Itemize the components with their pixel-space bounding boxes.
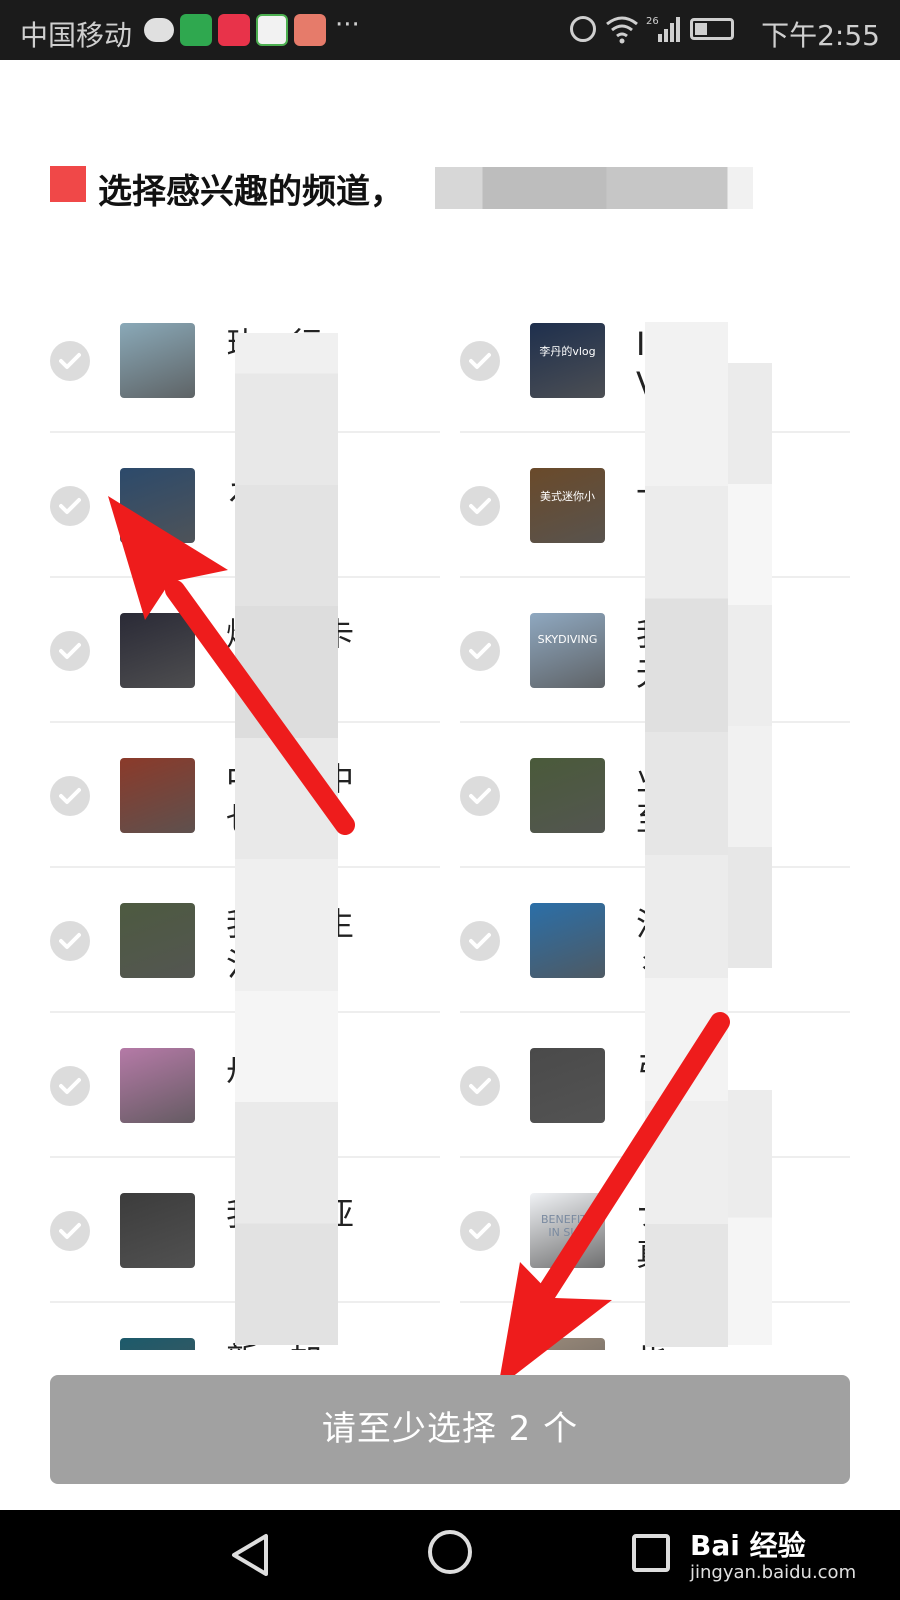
- channel-thumbnail: SKYDIVING: [530, 613, 605, 688]
- browser-app-icon: [256, 14, 288, 46]
- channel-thumbnail: BENEFITS IN SUN: [530, 1193, 605, 1268]
- wifi-icon: [606, 16, 638, 44]
- app-notification-icon: [180, 14, 212, 46]
- select-check-icon[interactable]: [50, 486, 90, 526]
- back-icon[interactable]: [230, 1532, 272, 1578]
- alarm-icon: [570, 16, 596, 42]
- channel-thumbnail: [120, 1048, 195, 1123]
- page-title: 选择感兴趣的频道，: [98, 172, 404, 212]
- select-check-icon[interactable]: [50, 1066, 90, 1106]
- select-check-icon[interactable]: [50, 631, 90, 671]
- channel-thumbnail: [530, 1338, 605, 1350]
- recent-apps-icon[interactable]: [632, 1534, 670, 1572]
- thumbnail-caption: 李丹的vlog: [539, 345, 596, 358]
- select-check-icon[interactable]: [50, 921, 90, 961]
- select-check-icon[interactable]: [460, 921, 500, 961]
- select-check-icon[interactable]: [460, 631, 500, 671]
- channel-thumbnail: [120, 1193, 195, 1268]
- channel-thumbnail: 李丹的vlog: [530, 323, 605, 398]
- channel-thumbnail: [530, 1048, 605, 1123]
- name-blur-right-edge-lower: [728, 1090, 772, 1345]
- accent-square: [50, 166, 86, 202]
- select-check-icon[interactable]: [460, 1066, 500, 1106]
- confirm-button[interactable]: 请至少选择 2 个: [50, 1375, 850, 1484]
- watermark-url: jingyan.baidu.com: [690, 1562, 857, 1583]
- channel-thumbnail: [120, 468, 195, 543]
- blurred-username: [435, 167, 753, 209]
- navigation-bar: Bai 经验 jingyan.baidu.com: [0, 1510, 900, 1600]
- clock: 下午2:55: [761, 19, 880, 52]
- channel-thumbnail: 美式迷你小: [530, 468, 605, 543]
- name-blur-right: [645, 322, 728, 1347]
- channel-thumbnail: [120, 903, 195, 978]
- select-check-icon[interactable]: [50, 341, 90, 381]
- more-notifications-icon: ···: [335, 10, 360, 40]
- select-check-icon[interactable]: [50, 1211, 90, 1251]
- select-check-icon[interactable]: [460, 486, 500, 526]
- name-blur-left: [235, 333, 338, 1345]
- carrier-label: 中国移动: [20, 19, 133, 52]
- name-blur-right-edge: [728, 363, 772, 968]
- home-icon[interactable]: [428, 1530, 472, 1574]
- chat-notification-icon: [144, 18, 174, 42]
- signal-icon: 26: [646, 16, 680, 42]
- battery-icon: [690, 18, 734, 40]
- channel-thumbnail: [120, 1338, 195, 1350]
- select-check-icon[interactable]: [460, 341, 500, 381]
- channel-thumbnail: [120, 613, 195, 688]
- thumbnail-caption: SKYDIVING: [537, 633, 598, 646]
- watermark-logo: Bai 经验: [690, 1529, 806, 1562]
- select-check-icon[interactable]: [460, 776, 500, 816]
- thumbnail-caption: BENEFITS IN SUN: [541, 1213, 594, 1239]
- channel-thumbnail: [120, 323, 195, 398]
- select-check-icon[interactable]: [460, 1211, 500, 1251]
- thumbnail-caption: 美式迷你小: [540, 490, 595, 503]
- channel-thumbnail: [530, 758, 605, 833]
- map-app-icon: [294, 14, 326, 46]
- video-app-icon: [218, 14, 250, 46]
- channel-thumbnail: [120, 758, 195, 833]
- status-bar: 中国移动 ··· 26 下午2:55: [0, 0, 900, 60]
- svg-text:26: 26: [646, 16, 659, 27]
- select-check-icon[interactable]: [50, 776, 90, 816]
- channel-thumbnail: [530, 903, 605, 978]
